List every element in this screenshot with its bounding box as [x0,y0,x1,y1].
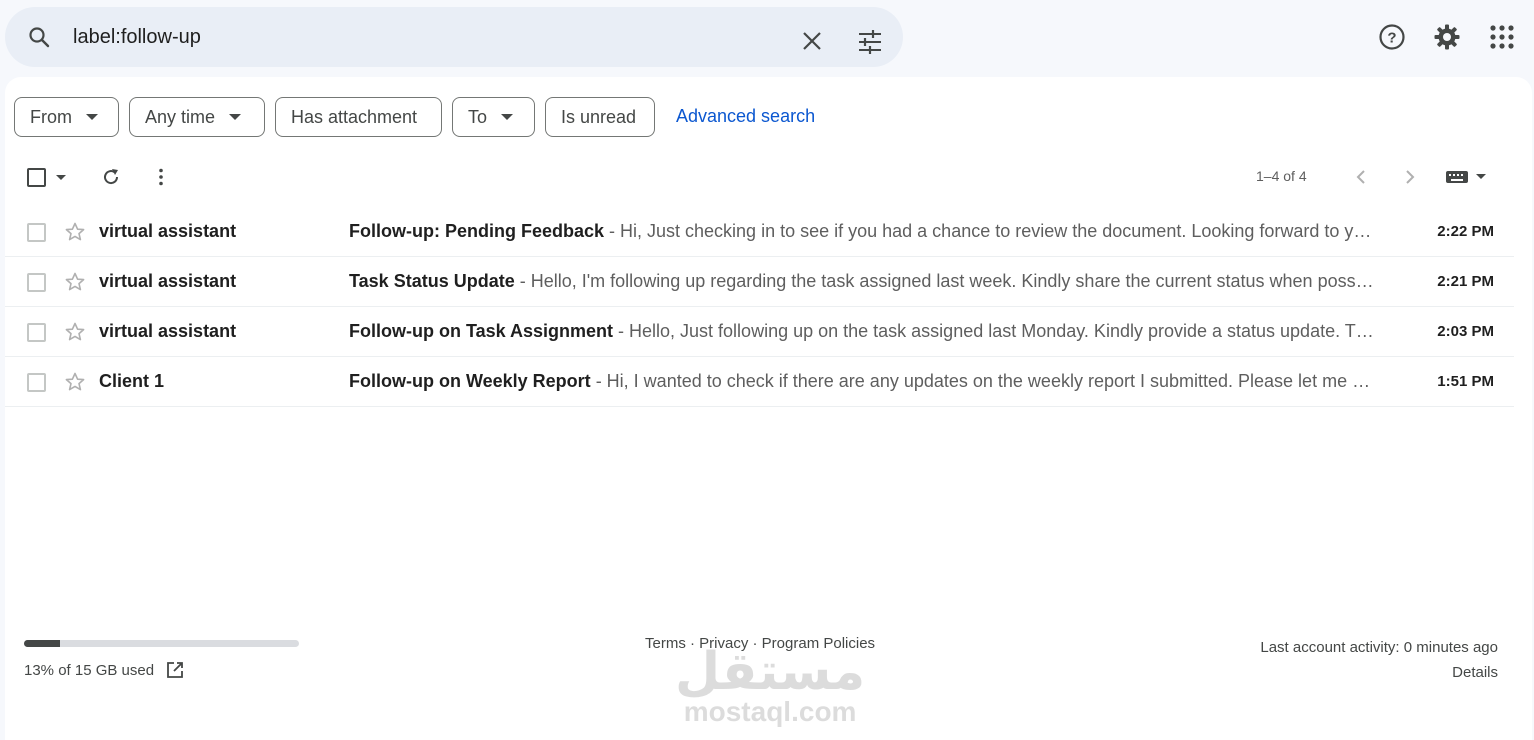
star-icon[interactable] [65,272,85,292]
filter-chip-has-attachment[interactable]: Has attachment [275,97,442,137]
top-bar: ? [0,0,1534,76]
help-icon[interactable]: ? [1378,23,1406,51]
email-time: 1:51 PM [1437,373,1494,390]
filter-chip-to[interactable]: To [452,97,535,137]
row-checkbox[interactable] [27,223,46,242]
search-input[interactable] [73,21,773,53]
email-preview: Task Status Update - Hello, I'm followin… [349,271,1375,292]
select-dropdown-icon[interactable] [56,175,66,180]
email-time: 2:21 PM [1437,273,1494,290]
chevron-right-icon[interactable] [1403,168,1417,186]
email-row[interactable]: virtual assistant Follow-up on Task Assi… [5,307,1514,357]
pagination-count: 1–4 of 4 [1256,168,1307,184]
advanced-search-link[interactable]: Advanced search [676,106,815,127]
search-bar[interactable] [5,7,903,67]
email-preview: Follow-up: Pending Feedback - Hi, Just c… [349,221,1375,242]
watermark-logo: مستقل mostaql.com [675,642,866,727]
filter-chip-is-unread[interactable]: Is unread [545,97,655,137]
storage-text-row: 13% of 15 GB used [24,661,299,679]
email-row[interactable]: virtual assistant Follow-up: Pending Fee… [5,207,1514,257]
filter-chip-any-time[interactable]: Any time [129,97,265,137]
email-time: 2:22 PM [1437,223,1494,240]
filter-chip-label: To [468,106,488,127]
mail-panel: From Any time Has attachment To Is unrea… [5,77,1532,740]
star-icon[interactable] [65,372,85,392]
email-preview: Follow-up on Task Assignment - Hello, Ju… [349,321,1375,342]
dropdown-caret-icon [86,114,98,120]
input-tools-dropdown-icon[interactable] [1476,174,1486,179]
star-icon[interactable] [65,322,85,342]
filter-chip-label: From [30,106,72,127]
search-icon[interactable] [27,25,51,49]
select-all-checkbox[interactable] [27,168,46,187]
clear-search-icon[interactable] [802,31,822,51]
email-snippet: - Hello, I'm following up regarding the … [514,271,1375,291]
keyboard-icon[interactable] [1445,169,1469,185]
storage-bar [24,640,299,647]
email-sender: Client 1 [99,371,165,391]
search-options-icon[interactable] [857,29,883,55]
filter-chip-label: Any time [145,106,216,127]
dropdown-caret-icon [501,114,514,120]
row-checkbox[interactable] [27,373,46,392]
email-subject: Follow-up on Task Assignment [349,321,614,341]
star-icon[interactable] [65,222,85,242]
row-checkbox[interactable] [27,273,46,292]
email-list: virtual assistant Follow-up: Pending Fee… [5,207,1514,407]
dropdown-caret-icon [229,114,242,120]
row-checkbox[interactable] [27,323,46,342]
watermark-latin: mostaql.com [683,696,857,727]
open-in-new-icon[interactable] [166,661,184,679]
email-subject: Task Status Update [349,271,515,291]
filter-chip-from[interactable]: From [14,97,119,137]
email-row[interactable]: Client 1 Follow-up on Weekly Report - Hi… [5,357,1514,407]
email-sender: virtual assistant [99,321,237,341]
filter-chip-label: Has attachment [291,106,418,127]
refresh-icon[interactable] [101,167,121,187]
email-subject: Follow-up: Pending Feedback [349,221,605,241]
storage-bar-fill [24,640,60,647]
email-snippet: - Hello, Just following up on the task a… [613,321,1375,341]
settings-gear-icon[interactable] [1433,23,1461,51]
email-sender: virtual assistant [99,271,237,291]
svg-text:?: ? [1387,30,1396,47]
apps-grid-icon[interactable] [1488,23,1516,51]
storage-label: 13% of 15 GB used [24,661,155,679]
watermark-arabic: مستقل [675,642,866,702]
more-options-icon[interactable] [151,167,171,187]
email-row[interactable]: virtual assistant Task Status Update - H… [5,257,1514,307]
email-subject: Follow-up on Weekly Report [349,371,591,391]
details-link[interactable]: Details [1260,660,1498,685]
email-sender: virtual assistant [99,221,237,241]
chevron-left-icon[interactable] [1354,168,1368,186]
filter-chip-label: Is unread [561,106,637,127]
email-preview: Follow-up on Weekly Report - Hi, I wante… [349,371,1375,392]
email-time: 2:03 PM [1437,323,1494,340]
account-activity: Last account activity: 0 minutes ago Det… [1260,635,1498,685]
email-snippet: - Hi, I wanted to check if there are any… [590,371,1375,391]
email-snippet: - Hi, Just checking in to see if you had… [609,221,1375,241]
last-activity-text: Last account activity: 0 minutes ago [1260,639,1498,656]
storage-usage: 13% of 15 GB used [24,640,299,679]
